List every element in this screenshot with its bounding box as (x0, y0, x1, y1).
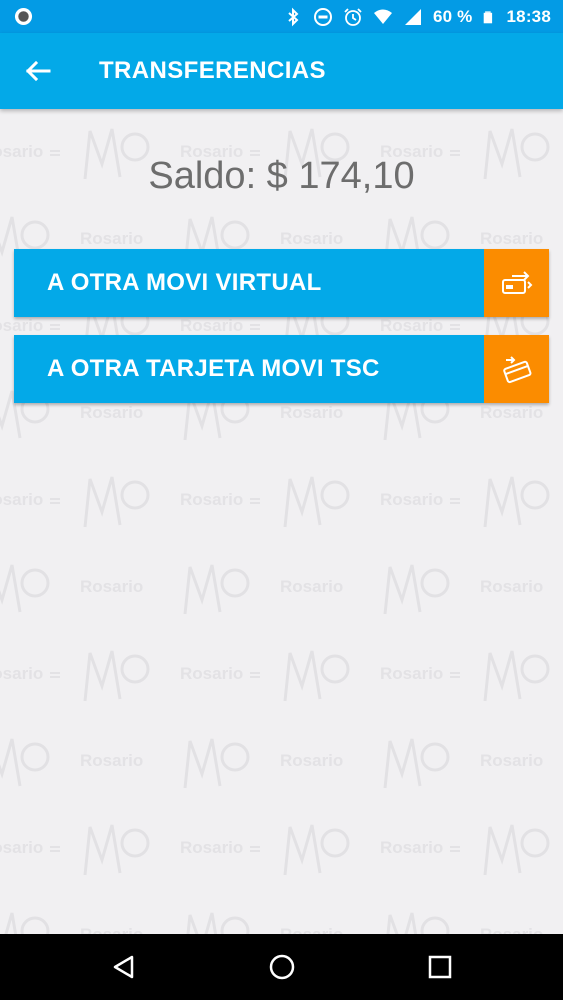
do-not-disturb-icon (313, 7, 332, 26)
circle-app-icon (14, 7, 33, 26)
wifi-icon (373, 9, 392, 24)
bluetooth-icon (288, 7, 299, 26)
transfer-virtual-label: A OTRA MOVI VIRTUAL (47, 269, 322, 296)
arrow-left-icon[interactable] (24, 57, 52, 85)
transfer-virtual-button[interactable]: A OTRA MOVI VIRTUAL (14, 249, 549, 317)
app-bar: TRANSFERENCIAS (0, 33, 563, 109)
clock: 18:38 (506, 6, 551, 26)
battery-percent: 60 % (432, 6, 473, 26)
status-icons: 60 % 18:38 (283, 0, 551, 33)
virtual-card-transfer-icon (501, 271, 532, 294)
transfer-card-icon-box (484, 335, 549, 403)
balance-text: Saldo: $ 174,10 (148, 155, 415, 197)
signal-icon (404, 8, 421, 25)
card-transfer-icon (502, 356, 531, 384)
transfer-card-label: A OTRA TARJETA MOVI TSC (47, 355, 380, 382)
alarm-icon (344, 7, 362, 26)
page-title: TRANSFERENCIAS (99, 57, 326, 84)
recents-square-icon[interactable] (426, 953, 454, 981)
home-circle-icon[interactable] (268, 953, 296, 981)
navigation-bar (0, 934, 563, 1000)
battery-icon (483, 10, 492, 23)
back-triangle-icon[interactable] (110, 953, 138, 981)
status-bar: 60 % 18:38 (0, 0, 563, 33)
transfer-virtual-icon-box (484, 249, 549, 317)
main-content: Rosario Rosario Saldo: $ 174,10 A OTRA M… (0, 109, 563, 934)
transfer-card-button[interactable]: A OTRA TARJETA MOVI TSC (14, 335, 549, 403)
watermark-pattern: Rosario Rosario (0, 109, 563, 934)
